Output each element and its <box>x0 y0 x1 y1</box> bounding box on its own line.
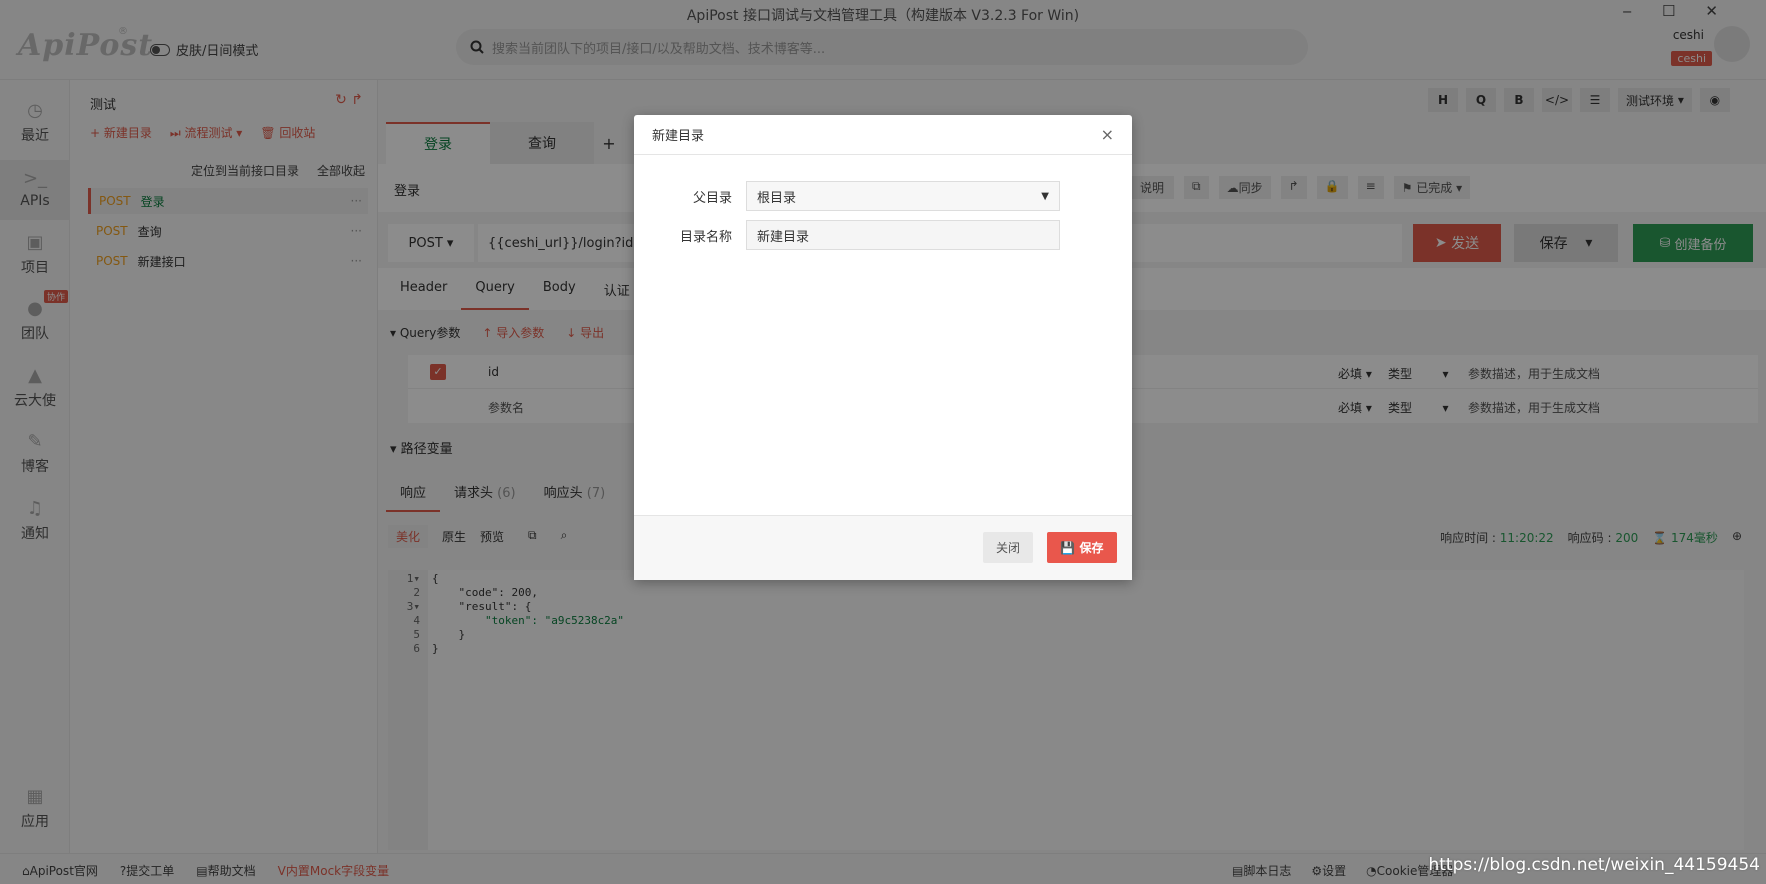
save-button-label: 保存 <box>1079 541 1104 555</box>
parent-folder-row: 父目录 根目录 ▼ <box>654 181 1114 211</box>
folder-name-label: 目录名称 <box>679 229 732 245</box>
parent-folder-value: 根目录 <box>757 190 797 206</box>
folder-name-row: 目录名称 <box>654 220 1114 250</box>
new-folder-dialog: 新建目录 × 父目录 根目录 ▼ 目录名称 关闭 💾 保存 <box>634 115 1132 580</box>
parent-folder-select[interactable]: 根目录 ▼ <box>746 181 1060 211</box>
parent-folder-label: 父目录 <box>692 190 732 206</box>
close-icon[interactable]: × <box>1101 125 1114 144</box>
folder-name-input[interactable] <box>746 220 1060 250</box>
chevron-down-icon: ▼ <box>1041 190 1049 202</box>
close-button[interactable]: 关闭 <box>983 532 1033 563</box>
watermark: https://blog.csdn.net/weixin_44159454 <box>1428 855 1760 875</box>
dialog-title: 新建目录 <box>652 129 705 144</box>
dialog-footer: 关闭 💾 保存 <box>634 515 1132 580</box>
save-button[interactable]: 💾 保存 <box>1047 532 1117 563</box>
dialog-header: 新建目录 × <box>634 115 1132 155</box>
